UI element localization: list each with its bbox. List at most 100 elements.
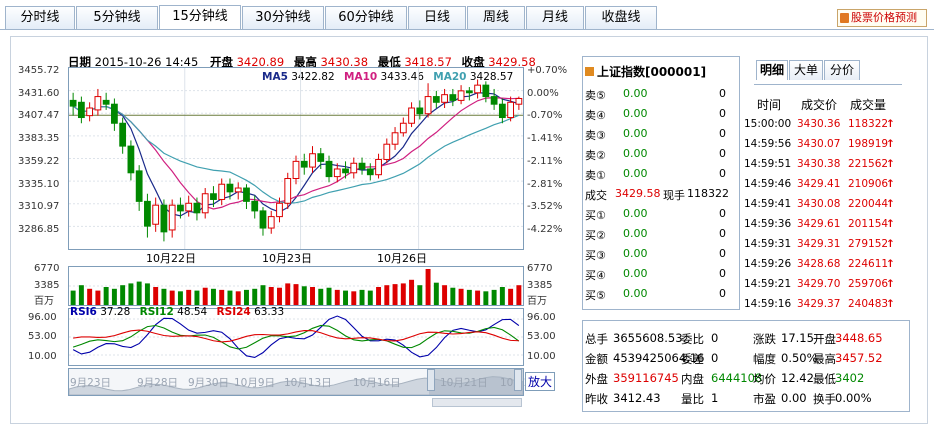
stat-label: 市盈: [753, 392, 776, 406]
volume-bar: [210, 288, 216, 305]
buy-volume: 0: [719, 287, 726, 300]
scroll-handle-left[interactable]: [427, 369, 435, 391]
stat-label: 委差: [681, 352, 704, 366]
candle: [366, 163, 374, 181]
candle: [69, 92, 77, 116]
tab-7[interactable]: 月线: [526, 6, 584, 30]
stat-value: 1: [711, 391, 719, 405]
rsi6-label: RSI6: [70, 306, 97, 318]
tab-4[interactable]: 60分钟线: [325, 6, 407, 30]
detail-time: 14:59:16: [744, 298, 792, 310]
candle: [144, 193, 151, 238]
buy-volume: 0: [719, 227, 726, 240]
volume-bar: [483, 291, 489, 305]
volume-bar: [400, 283, 406, 305]
stat-label: 开盘: [813, 332, 836, 346]
volume-bar: [310, 287, 315, 305]
timeline-tick: 10月21日: [440, 377, 488, 389]
sell-price: 0.00: [623, 147, 648, 160]
volume-bar: [136, 281, 142, 305]
detail-price: 3429.70: [797, 278, 841, 290]
stat-value: 3655608.53: [613, 331, 683, 345]
tab-2[interactable]: 15分钟线: [159, 5, 241, 30]
date-tick: 10月22日: [146, 252, 196, 265]
candle: [160, 199, 168, 242]
price-tick: 3455.72: [18, 65, 60, 76]
stat-label: 最低: [813, 372, 836, 386]
volume-bar: [161, 288, 167, 305]
tab-8[interactable]: 收盘线: [585, 6, 657, 30]
volume-bar: [293, 284, 299, 305]
volume-bar: [334, 289, 340, 305]
timeline-tick: 9月23日: [70, 377, 112, 389]
stat-label: 昨收: [585, 392, 608, 406]
col-price: 成交价: [801, 98, 838, 112]
buy-volume: 0: [719, 207, 726, 220]
detail-tab-0[interactable]: 明细: [756, 60, 788, 80]
stock-predict-label: 股票价格预测: [851, 11, 917, 24]
volume-bar: [442, 285, 448, 305]
candle: [218, 178, 226, 206]
volume-bar: [301, 286, 307, 305]
stat-value: 3457.52: [835, 351, 883, 365]
stat-value: 3412.43: [613, 391, 661, 405]
volume-bar: [128, 283, 134, 305]
candle: [416, 100, 424, 120]
detail-row: 14:59:16 3429.37 240483 ↑: [742, 298, 900, 316]
stat-value: 17.15: [781, 331, 814, 345]
stock-predict-button[interactable]: 股票价格预测: [837, 9, 927, 27]
volume-chart[interactable]: [68, 266, 524, 306]
tab-0[interactable]: 分时线: [5, 6, 75, 30]
buy-row-4: 买④ 0.00 0: [583, 267, 729, 287]
volume-tick-left: 3385: [34, 280, 60, 291]
tab-6[interactable]: 周线: [467, 6, 525, 30]
volume-bar: [202, 287, 208, 305]
detail-time: 14:59:46: [744, 178, 792, 190]
volume-bar: [499, 287, 505, 305]
buy-label: 买②: [585, 229, 606, 242]
scroll-handle-right[interactable]: [514, 369, 522, 391]
rsi-tick-left: 10.00: [28, 351, 57, 362]
candle: [193, 197, 201, 221]
up-arrow-icon: ↑: [886, 118, 895, 130]
pct-tick: -0.70%: [527, 110, 563, 122]
stat-label: 委比: [681, 332, 704, 346]
stat-label: 最高: [813, 352, 836, 366]
detail-time: 14:59:21: [744, 278, 792, 290]
col-time: 时间: [757, 98, 782, 112]
volume-bar: [186, 289, 192, 305]
tab-1[interactable]: 5分钟线: [76, 6, 158, 30]
volume-bar: [491, 289, 497, 305]
detail-time: 14:59:31: [744, 238, 792, 250]
price-chart[interactable]: [68, 67, 524, 250]
buy-row-2: 买② 0.00 0: [583, 227, 729, 247]
buy-label: 买④: [585, 269, 606, 282]
tab-3[interactable]: 30分钟线: [242, 6, 324, 30]
volume-bar: [433, 282, 439, 305]
detail-tab-2[interactable]: 分价: [824, 60, 860, 80]
stat-value: 3402: [835, 371, 865, 385]
sell-volume: 0: [719, 87, 726, 100]
detail-tab-1[interactable]: 大单: [789, 60, 823, 80]
volume-bar: [252, 288, 258, 305]
sell-row-5: 卖⑤ 0.00 0: [583, 87, 729, 107]
detail-volume: 210906: [848, 178, 889, 190]
volume-bar: [475, 290, 481, 305]
rsi-tick-right: 10.00: [527, 351, 556, 362]
horizontal-scrollbar[interactable]: [432, 398, 522, 407]
volume-bar: [343, 290, 349, 305]
candle: [86, 102, 94, 122]
up-arrow-icon: ↑: [886, 178, 895, 190]
candle: [498, 98, 506, 124]
volume-bar: [466, 289, 472, 305]
zoom-button[interactable]: 放大: [525, 372, 556, 391]
detail-price: 3430.08: [797, 198, 841, 210]
detail-time: 14:59:26: [744, 258, 792, 270]
candle: [465, 87, 473, 101]
up-arrow-icon: ↑: [886, 198, 895, 210]
sell-price: 0.00: [623, 87, 648, 100]
tab-5[interactable]: 日线: [408, 6, 466, 30]
stat-label: 均价: [753, 372, 776, 386]
deal-label: 成交: [585, 189, 607, 202]
rsi-tick-left: 53.00: [28, 331, 57, 342]
